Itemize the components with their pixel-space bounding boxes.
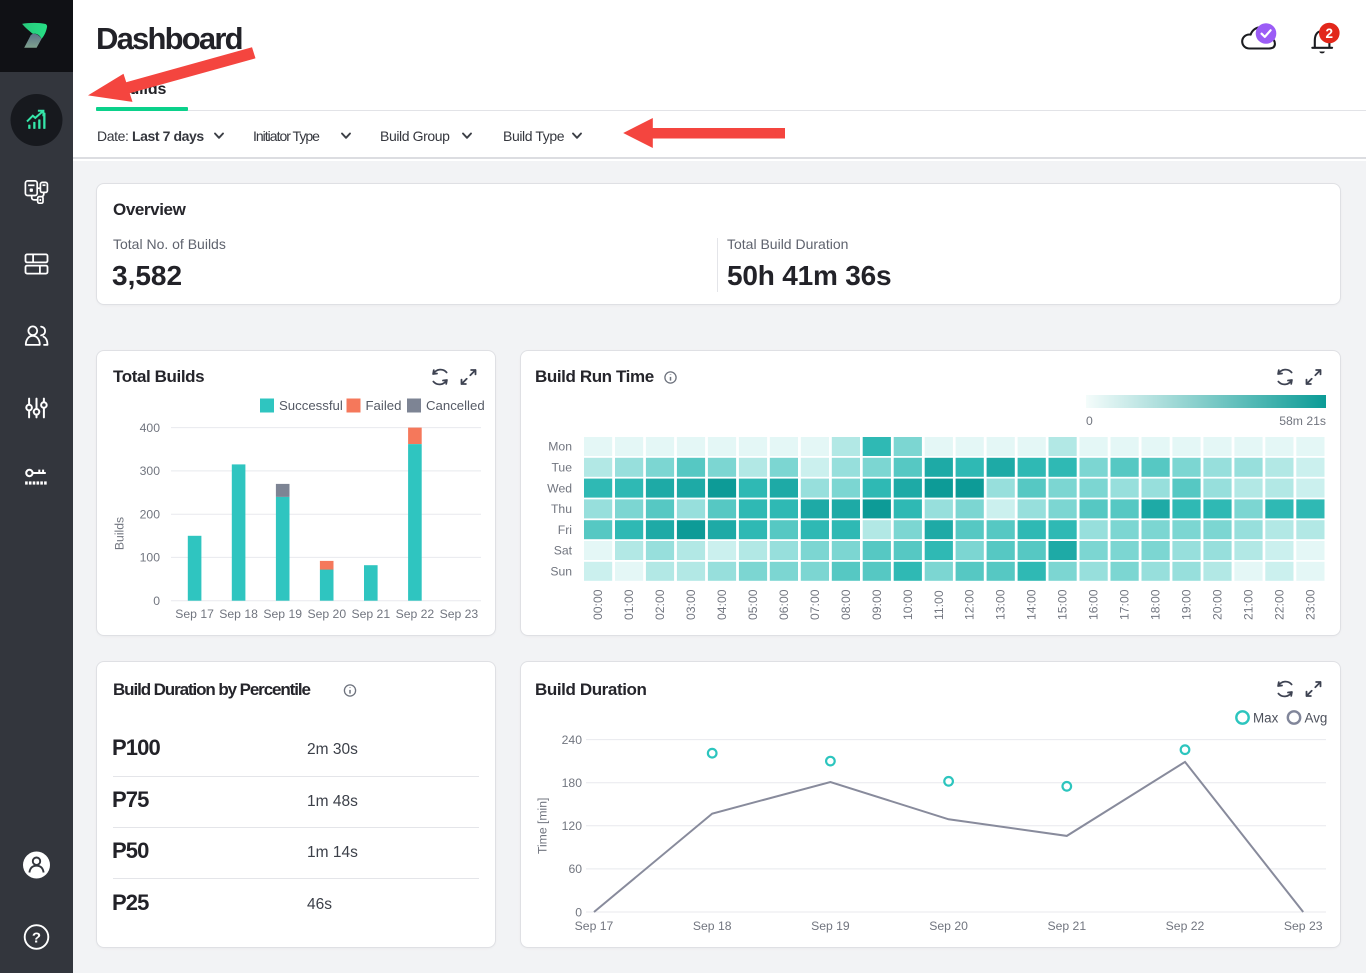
svg-text:Sep 20: Sep 20 xyxy=(929,919,968,933)
svg-text:06:00: 06:00 xyxy=(777,589,791,620)
svg-text:Sep 20: Sep 20 xyxy=(307,607,346,621)
svg-text:0: 0 xyxy=(575,905,582,919)
svg-text:Successful: Successful xyxy=(279,398,343,413)
svg-text:Sun: Sun xyxy=(550,565,572,579)
svg-text:Sep 19: Sep 19 xyxy=(263,607,302,621)
svg-text:Sep 21: Sep 21 xyxy=(351,607,390,621)
svg-text:13:00: 13:00 xyxy=(994,589,1008,620)
svg-text:Sep 17: Sep 17 xyxy=(575,919,614,933)
svg-text:Sep 18: Sep 18 xyxy=(219,607,258,621)
svg-text:2: 2 xyxy=(1326,25,1334,40)
svg-text:17:00: 17:00 xyxy=(1118,589,1132,620)
svg-text:05:00: 05:00 xyxy=(746,589,760,620)
svg-text:Wed: Wed xyxy=(547,481,572,495)
svg-text:?: ? xyxy=(32,930,41,947)
svg-text:20:00: 20:00 xyxy=(1211,589,1225,620)
svg-text:300: 300 xyxy=(140,464,161,478)
svg-text:04:00: 04:00 xyxy=(715,589,729,620)
svg-text:23:00: 23:00 xyxy=(1303,589,1317,620)
svg-text:Sep 22: Sep 22 xyxy=(396,607,435,621)
svg-text:08:00: 08:00 xyxy=(839,589,853,620)
svg-text:0: 0 xyxy=(1086,414,1093,428)
svg-text:15:00: 15:00 xyxy=(1056,589,1070,620)
svg-text:Sep 22: Sep 22 xyxy=(1166,919,1205,933)
svg-text:07:00: 07:00 xyxy=(808,589,822,620)
svg-text:Sep 18: Sep 18 xyxy=(693,919,732,933)
svg-text:Sep 21: Sep 21 xyxy=(1047,919,1086,933)
svg-text:10:00: 10:00 xyxy=(901,589,915,620)
svg-text:Sep 23: Sep 23 xyxy=(1284,919,1323,933)
svg-text:Max: Max xyxy=(1253,710,1279,725)
svg-text:0: 0 xyxy=(153,594,160,608)
svg-text:400: 400 xyxy=(140,421,161,435)
svg-text:Avg: Avg xyxy=(1305,710,1328,725)
svg-text:09:00: 09:00 xyxy=(870,589,884,620)
svg-text:120: 120 xyxy=(562,819,583,833)
svg-text:22:00: 22:00 xyxy=(1272,589,1286,620)
svg-text:Time [min]: Time [min] xyxy=(536,798,550,854)
svg-text:19:00: 19:00 xyxy=(1180,589,1194,620)
svg-text:Sat: Sat xyxy=(554,544,573,558)
svg-text:14:00: 14:00 xyxy=(1025,589,1039,620)
svg-text:16:00: 16:00 xyxy=(1087,589,1101,620)
svg-text:Failed: Failed xyxy=(366,398,402,413)
svg-text:100: 100 xyxy=(140,551,161,565)
svg-text:01:00: 01:00 xyxy=(622,589,636,620)
svg-text:18:00: 18:00 xyxy=(1149,589,1163,620)
svg-text:Mon: Mon xyxy=(548,440,572,454)
svg-text:60: 60 xyxy=(568,862,582,876)
svg-text:03:00: 03:00 xyxy=(684,589,698,620)
svg-text:11:00: 11:00 xyxy=(932,590,946,620)
svg-text:21:00: 21:00 xyxy=(1242,589,1256,620)
svg-text:02:00: 02:00 xyxy=(653,589,667,620)
svg-text:200: 200 xyxy=(140,508,161,522)
svg-text:58m 21s: 58m 21s xyxy=(1279,414,1326,428)
svg-text:180: 180 xyxy=(562,776,583,790)
svg-text:Thu: Thu xyxy=(551,502,572,516)
svg-text:00:00: 00:00 xyxy=(591,589,605,620)
svg-text:Cancelled: Cancelled xyxy=(426,398,485,413)
svg-text:Sep 23: Sep 23 xyxy=(440,607,479,621)
svg-text:Sep 19: Sep 19 xyxy=(811,919,850,933)
svg-text:240: 240 xyxy=(562,733,583,747)
svg-text:12:00: 12:00 xyxy=(963,589,977,620)
svg-text:Builds: Builds xyxy=(113,517,127,550)
svg-text:Tue: Tue xyxy=(551,461,572,475)
svg-text:Sep 17: Sep 17 xyxy=(175,607,214,621)
svg-text:Fri: Fri xyxy=(558,523,572,537)
